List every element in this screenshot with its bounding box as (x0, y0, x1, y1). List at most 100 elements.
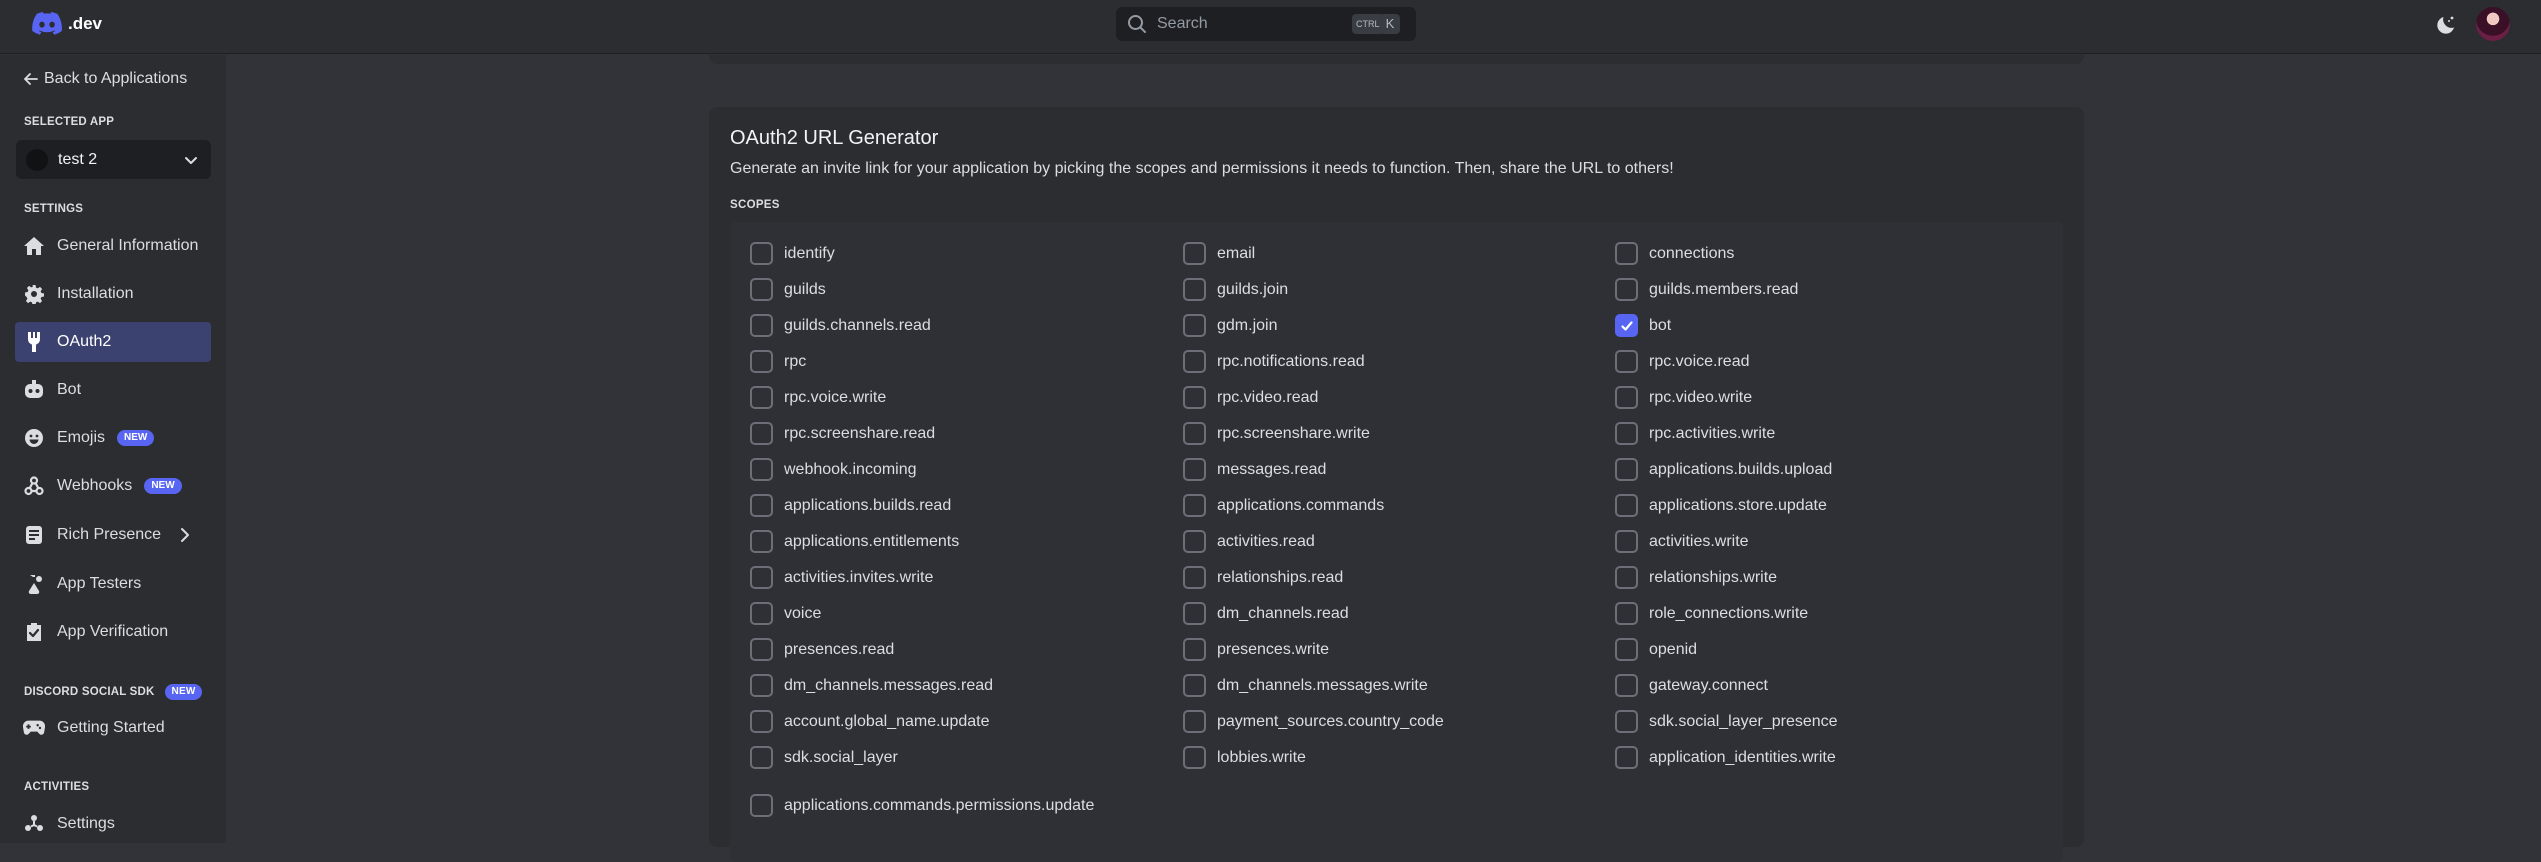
checkbox[interactable] (1183, 422, 1206, 445)
scope-checkbox-rpc-video-write[interactable]: rpc.video.write (1615, 386, 1752, 409)
checkbox[interactable] (1183, 242, 1206, 265)
checkbox[interactable] (1615, 746, 1638, 769)
scope-checkbox-guilds-channels-read[interactable]: guilds.channels.read (750, 314, 931, 337)
checkbox[interactable] (750, 638, 773, 661)
checkbox[interactable] (1615, 530, 1638, 553)
scope-checkbox-messages-read[interactable]: messages.read (1183, 458, 1326, 481)
checkbox[interactable] (750, 458, 773, 481)
checkbox[interactable] (1615, 242, 1638, 265)
scope-checkbox-guilds-members-read[interactable]: guilds.members.read (1615, 278, 1798, 301)
user-avatar[interactable] (2474, 5, 2512, 43)
scope-checkbox-voice[interactable]: voice (750, 602, 821, 625)
scope-checkbox-rpc-video-read[interactable]: rpc.video.read (1183, 386, 1318, 409)
checkbox[interactable] (750, 794, 773, 817)
search-bar[interactable]: Search CTRL K (1116, 7, 1416, 41)
checkbox[interactable] (1615, 674, 1638, 697)
scope-checkbox-sdk-social-layer[interactable]: sdk.social_layer (750, 746, 898, 769)
scope-checkbox-rpc-activities-write[interactable]: rpc.activities.write (1615, 422, 1775, 445)
scope-checkbox-applications-builds-upload[interactable]: applications.builds.upload (1615, 458, 1832, 481)
checkbox[interactable] (750, 494, 773, 517)
checkbox[interactable] (750, 530, 773, 553)
checkbox[interactable] (750, 674, 773, 697)
sidebar-item-getting-started[interactable]: Getting Started (15, 708, 211, 748)
checkbox[interactable] (750, 422, 773, 445)
scope-checkbox-applications-commands-permissions-update[interactable]: applications.commands.permissions.update (750, 794, 1094, 817)
checkbox[interactable] (1615, 458, 1638, 481)
scope-checkbox-sdk-social-layer-presence[interactable]: sdk.social_layer_presence (1615, 710, 1838, 733)
sidebar-item-app-testers[interactable]: App Testers (15, 564, 211, 604)
discord-dev-logo[interactable]: .dev (32, 12, 102, 35)
scope-checkbox-activities-read[interactable]: activities.read (1183, 530, 1315, 553)
checkbox[interactable] (750, 278, 773, 301)
scope-checkbox-applications-builds-read[interactable]: applications.builds.read (750, 494, 951, 517)
sidebar-item-installation[interactable]: Installation (15, 274, 211, 314)
scope-checkbox-bot[interactable]: bot (1615, 314, 1671, 337)
checkbox[interactable] (1615, 710, 1638, 733)
scope-checkbox-rpc-voice-read[interactable]: rpc.voice.read (1615, 350, 1750, 373)
scope-checkbox-dm-channels-messages-read[interactable]: dm_channels.messages.read (750, 674, 993, 697)
checkbox[interactable] (1183, 638, 1206, 661)
back-to-applications-link[interactable]: Back to Applications (24, 70, 187, 88)
checkbox[interactable] (1615, 350, 1638, 373)
checkbox[interactable] (1183, 566, 1206, 589)
scope-checkbox-identify[interactable]: identify (750, 242, 835, 265)
sidebar-item-oauth2[interactable]: OAuth2 (15, 322, 211, 362)
scope-checkbox-guilds-join[interactable]: guilds.join (1183, 278, 1288, 301)
sidebar-item-rich-presence[interactable]: Rich Presence (15, 515, 211, 555)
checkbox[interactable] (750, 602, 773, 625)
scope-checkbox-applications-entitlements[interactable]: applications.entitlements (750, 530, 959, 553)
scope-checkbox-guilds[interactable]: guilds (750, 278, 826, 301)
scope-checkbox-gdm-join[interactable]: gdm.join (1183, 314, 1277, 337)
scope-checkbox-rpc[interactable]: rpc (750, 350, 806, 373)
scope-checkbox-webhook-incoming[interactable]: webhook.incoming (750, 458, 917, 481)
checkbox[interactable] (1615, 602, 1638, 625)
scope-checkbox-connections[interactable]: connections (1615, 242, 1734, 265)
scope-checkbox-relationships-read[interactable]: relationships.read (1183, 566, 1343, 589)
checkbox[interactable] (1183, 350, 1206, 373)
scope-checkbox-presences-write[interactable]: presences.write (1183, 638, 1329, 661)
checkbox[interactable] (750, 386, 773, 409)
checkbox[interactable] (1615, 386, 1638, 409)
scope-checkbox-openid[interactable]: openid (1615, 638, 1697, 661)
checkbox[interactable] (1183, 386, 1206, 409)
scope-checkbox-presences-read[interactable]: presences.read (750, 638, 894, 661)
scope-checkbox-applications-commands[interactable]: applications.commands (1183, 494, 1384, 517)
checkbox[interactable] (750, 242, 773, 265)
checkbox[interactable] (1615, 638, 1638, 661)
scope-checkbox-lobbies-write[interactable]: lobbies.write (1183, 746, 1306, 769)
scope-checkbox-role-connections-write[interactable]: role_connections.write (1615, 602, 1808, 625)
moon-icon[interactable] (2434, 13, 2458, 42)
sidebar-item-activities-settings[interactable]: Settings (15, 804, 211, 844)
sidebar-item-emojis[interactable]: Emojis NEW (15, 418, 211, 458)
checkbox[interactable] (750, 710, 773, 733)
scope-checkbox-payment-sources-country-code[interactable]: payment_sources.country_code (1183, 710, 1444, 733)
checkbox[interactable] (1183, 494, 1206, 517)
scope-checkbox-rpc-notifications-read[interactable]: rpc.notifications.read (1183, 350, 1365, 373)
checkbox-checked[interactable] (1615, 314, 1638, 337)
scope-checkbox-rpc-screenshare-write[interactable]: rpc.screenshare.write (1183, 422, 1370, 445)
checkbox[interactable] (1183, 674, 1206, 697)
checkbox[interactable] (750, 566, 773, 589)
checkbox[interactable] (1183, 602, 1206, 625)
scope-checkbox-applications-store-update[interactable]: applications.store.update (1615, 494, 1827, 517)
sidebar-item-general-information[interactable]: General Information (15, 226, 211, 266)
sidebar-item-bot[interactable]: Bot (15, 370, 211, 410)
checkbox[interactable] (1615, 494, 1638, 517)
scope-checkbox-dm-channels-read[interactable]: dm_channels.read (1183, 602, 1349, 625)
app-selector[interactable]: test 2 (16, 140, 211, 179)
scope-checkbox-dm-channels-messages-write[interactable]: dm_channels.messages.write (1183, 674, 1428, 697)
sidebar-item-app-verification[interactable]: App Verification (15, 612, 211, 652)
scope-checkbox-activities-write[interactable]: activities.write (1615, 530, 1749, 553)
scope-checkbox-account-global-name-update[interactable]: account.global_name.update (750, 710, 990, 733)
checkbox[interactable] (1183, 314, 1206, 337)
checkbox[interactable] (1615, 278, 1638, 301)
checkbox[interactable] (750, 350, 773, 373)
checkbox[interactable] (750, 314, 773, 337)
scope-checkbox-email[interactable]: email (1183, 242, 1255, 265)
checkbox[interactable] (1183, 746, 1206, 769)
scope-checkbox-activities-invites-write[interactable]: activities.invites.write (750, 566, 933, 589)
scope-checkbox-rpc-screenshare-read[interactable]: rpc.screenshare.read (750, 422, 935, 445)
checkbox[interactable] (1183, 458, 1206, 481)
checkbox[interactable] (1183, 278, 1206, 301)
scope-checkbox-application-identities-write[interactable]: application_identities.write (1615, 746, 1836, 769)
